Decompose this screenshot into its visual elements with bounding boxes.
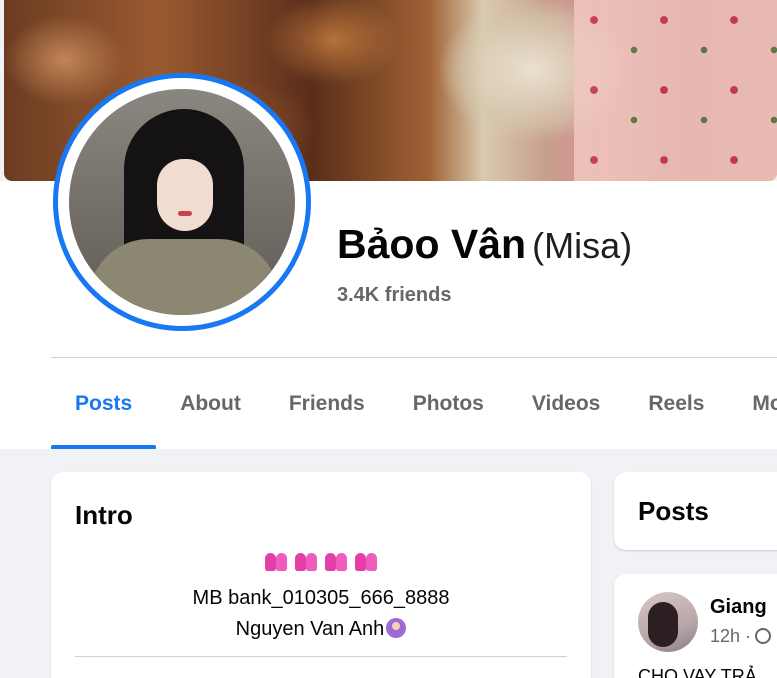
- pink-hearts-icon: [325, 553, 347, 573]
- post-author-avatar[interactable]: [638, 592, 698, 652]
- friends-count[interactable]: 3.4K friends: [337, 284, 451, 307]
- tab-photos[interactable]: Photos: [389, 358, 508, 449]
- post-text: CHO VAY TRẢ: [638, 666, 757, 678]
- profile-alt-name: (Misa): [532, 225, 633, 266]
- intro-title: Intro: [75, 500, 133, 530]
- tab-friends[interactable]: Friends: [265, 358, 389, 449]
- profile-avatar[interactable]: [53, 73, 311, 331]
- intro-divider: [75, 656, 567, 657]
- tab-videos[interactable]: Videos: [508, 358, 624, 449]
- bio-line-1: MB bank_010305_666_8888: [192, 587, 450, 609]
- pink-hearts-icon: [355, 553, 377, 573]
- tab-more[interactable]: Mo: [728, 358, 777, 449]
- pink-hearts-icon: [265, 553, 287, 573]
- posts-section-title: Posts: [638, 496, 709, 526]
- profile-tabs: Posts About Friends Photos Videos Reels …: [51, 358, 777, 449]
- globe-icon: [755, 628, 772, 644]
- tab-reels[interactable]: Reels: [624, 358, 728, 449]
- avatar-photo: [69, 89, 295, 315]
- post-author-name[interactable]: Giang: [710, 596, 767, 619]
- profile-header: Bảoo Vân (Misa) 3.4K friends Posts About …: [0, 73, 777, 449]
- intro-bio: MB bank_010305_666_8888 Nguyen Van Anh: [51, 552, 591, 645]
- intro-card: Intro MB bank_010305_666_8888 Nguyen Van…: [51, 472, 591, 678]
- person-emoji-icon: [386, 618, 407, 638]
- post-timestamp[interactable]: 12h ·: [710, 626, 751, 646]
- pink-hearts-icon: [295, 553, 317, 573]
- tab-about[interactable]: About: [156, 358, 265, 449]
- bio-line-2: Nguyen Van Anh: [51, 614, 591, 645]
- post-card: Giang 12h · CHO VAY TRẢ: [614, 574, 777, 678]
- bio-emoji-row: [265, 553, 377, 573]
- profile-name: Bảoo Vân: [337, 221, 527, 267]
- post-meta: 12h ·: [710, 626, 772, 647]
- posts-section-card: Posts: [614, 472, 777, 550]
- cover-photo-pattern: [574, 0, 777, 181]
- tab-posts[interactable]: Posts: [51, 358, 157, 449]
- profile-name-row: Bảoo Vân (Misa): [337, 221, 632, 268]
